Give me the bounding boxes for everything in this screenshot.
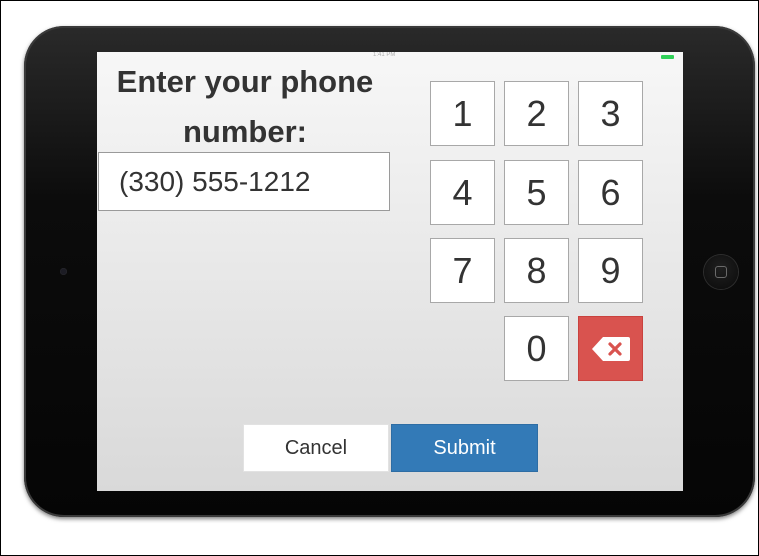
key-3[interactable]: 3 xyxy=(578,81,643,146)
key-7[interactable]: 7 xyxy=(430,238,495,303)
page-title: Enter your phone number: xyxy=(97,57,393,157)
tablet-screen: 1:41 PM Enter your phone number: (330) 5… xyxy=(97,52,683,491)
key-2[interactable]: 2 xyxy=(504,81,569,146)
key-6[interactable]: 6 xyxy=(578,160,643,225)
key-0[interactable]: 0 xyxy=(504,316,569,381)
backspace-x-icon xyxy=(591,336,630,361)
key-8[interactable]: 8 xyxy=(504,238,569,303)
prompt-line-2: number: xyxy=(183,114,307,149)
battery-icon xyxy=(661,55,674,59)
screenshot-frame: 1:41 PM Enter your phone number: (330) 5… xyxy=(0,0,759,556)
key-4[interactable]: 4 xyxy=(430,160,495,225)
delete-button[interactable] xyxy=(578,316,643,381)
key-1[interactable]: 1 xyxy=(430,81,495,146)
prompt-line-1: Enter your phone xyxy=(116,64,374,99)
key-9[interactable]: 9 xyxy=(578,238,643,303)
home-square-icon xyxy=(715,266,727,278)
home-button[interactable] xyxy=(704,255,738,289)
cancel-button[interactable]: Cancel xyxy=(243,424,389,472)
key-5[interactable]: 5 xyxy=(504,160,569,225)
phone-input[interactable]: (330) 555-1212 xyxy=(98,152,390,211)
camera-icon xyxy=(60,268,67,275)
submit-button[interactable]: Submit xyxy=(391,424,538,472)
